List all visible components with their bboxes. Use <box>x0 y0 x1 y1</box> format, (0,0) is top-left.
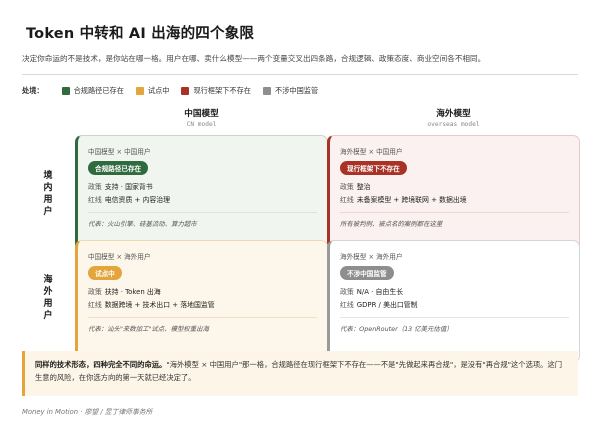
legend-item-not-regulated: 不涉中国监管 <box>263 86 318 96</box>
quadrant-example: 代表：汕头"来数加工"试点、模型权重出海 <box>88 325 209 333</box>
legend-swatch-orange <box>135 87 144 95</box>
row-header-overseas-users: 海外用户 <box>43 275 53 321</box>
row-header-domestic-users: 境内用户 <box>43 171 53 217</box>
legend-item-compliant: 合规路径已存在 <box>61 86 124 96</box>
quadrant-example: 代表：火山引擎、硅基流动、算力超市 <box>88 220 197 228</box>
legend-swatch-green <box>61 87 70 95</box>
policy-line: 政策 扶持 · Token 出海 <box>88 286 317 296</box>
policy-key: 政策 <box>88 288 102 296</box>
status-badge: 合规路径已存在 <box>88 161 149 175</box>
policy-value: 整治 <box>356 183 371 191</box>
legend-label: 试点中 <box>147 86 170 95</box>
header-divider <box>22 74 578 75</box>
redline-key: 红线 <box>88 196 102 204</box>
legend-label: 现行框架下不存在 <box>193 86 251 95</box>
quadrant-tags: 中国模型 × 中国用户 <box>88 148 151 156</box>
redline-value: 未备案模型 + 跨境联网 + 数据出境 <box>356 196 467 204</box>
quadrant-example: 所有被判例、被点名的案例都在这里 <box>340 220 443 228</box>
policy-value: 支持 · 国家背书 <box>104 183 153 191</box>
conclusion-note: 同样的技术形态，四种完全不同的命运。"海外模型 × 中国用户"那一格，合规路径在… <box>22 351 578 396</box>
legend: 处境： 合规路径已存在 试点中 现行框架下不存在 不涉中国监管 <box>22 86 330 96</box>
legend-label: 合规路径已存在 <box>73 86 124 95</box>
column-header-subtitle: overseas model <box>427 121 480 128</box>
redline-line: 红线 数据跨境 + 技术出口 + 落地国监管 <box>88 299 317 309</box>
legend-swatch-gray <box>263 87 271 95</box>
page-title: Token 中转和 AI 出海的四个象限 <box>26 26 255 42</box>
policy-value: 扶持 · Token 出海 <box>104 288 161 296</box>
redline-value: 电信资质 + 内容治理 <box>104 196 171 204</box>
legend-item-pilot: 试点中 <box>135 86 170 96</box>
note-lead: 同样的技术形态，四种完全不同的命运。 <box>35 360 167 369</box>
redline-line: 红线 GDPR / 美出口管制 <box>340 299 569 309</box>
quadrant-tags: 中国模型 × 海外用户 <box>88 253 151 261</box>
legend-item-nonexistent: 现行框架下不存在 <box>181 86 251 96</box>
legend-label: 不涉中国监管 <box>275 86 319 95</box>
quadrant-cn-model-overseas-users: 中国模型 × 海外用户 试点中 政策 扶持 · Token 出海 红线 数据跨境 +… <box>75 240 328 363</box>
column-header-overseas-model: 海外模型 overseas model <box>327 107 580 128</box>
quadrant-divider <box>88 212 317 213</box>
column-header-cn-model: 中国模型 CN model <box>75 107 328 128</box>
status-badge: 现行框架下不存在 <box>340 161 407 175</box>
redline-key: 红线 <box>340 196 354 204</box>
status-badge: 试点中 <box>88 266 122 280</box>
redline-value: GDPR / 美出口管制 <box>356 301 418 309</box>
redline-line: 红线 电信资质 + 内容治理 <box>88 194 317 204</box>
redline-value: 数据跨境 + 技术出口 + 落地国监管 <box>104 301 215 309</box>
quadrant-divider <box>340 317 569 318</box>
column-header-subtitle: CN model <box>186 121 217 128</box>
quadrant-tags: 海外模型 × 海外用户 <box>340 253 403 261</box>
policy-key: 政策 <box>88 183 102 191</box>
quadrant-tags: 海外模型 × 中国用户 <box>340 148 403 156</box>
legend-title: 处境： <box>22 86 44 95</box>
policy-key: 政策 <box>340 183 354 191</box>
redline-key: 红线 <box>340 301 354 309</box>
quadrant-divider <box>340 212 569 213</box>
policy-value: N/A · 自由生长 <box>356 288 404 296</box>
column-header-title: 海外模型 <box>436 109 471 119</box>
redline-key: 红线 <box>88 301 102 309</box>
policy-key: 政策 <box>340 288 354 296</box>
quadrant-overseas-model-overseas-users: 海外模型 × 海外用户 不涉中国监管 政策 N/A · 自由生长 红线 GDPR /… <box>327 240 580 363</box>
policy-line: 政策 N/A · 自由生长 <box>340 286 569 296</box>
redline-line: 红线 未备案模型 + 跨境联网 + 数据出境 <box>340 194 569 204</box>
policy-line: 政策 整治 <box>340 181 569 191</box>
footer-credit: Money in Motion · 廖望 / 昱丁律师事务所 <box>22 408 153 416</box>
quadrant-divider <box>88 317 317 318</box>
policy-line: 政策 支持 · 国家背书 <box>88 181 317 191</box>
quadrant-example: 代表：OpenRouter（13 亿美元估值） <box>340 325 453 333</box>
legend-swatch-red <box>181 87 190 95</box>
status-badge: 不涉中国监管 <box>340 266 394 280</box>
page-subtitle: 决定你命运的不是技术，是你站在哪一格。用户在哪、卖什么模型——两个变量交叉出四条… <box>22 54 486 63</box>
column-header-title: 中国模型 <box>184 109 219 119</box>
